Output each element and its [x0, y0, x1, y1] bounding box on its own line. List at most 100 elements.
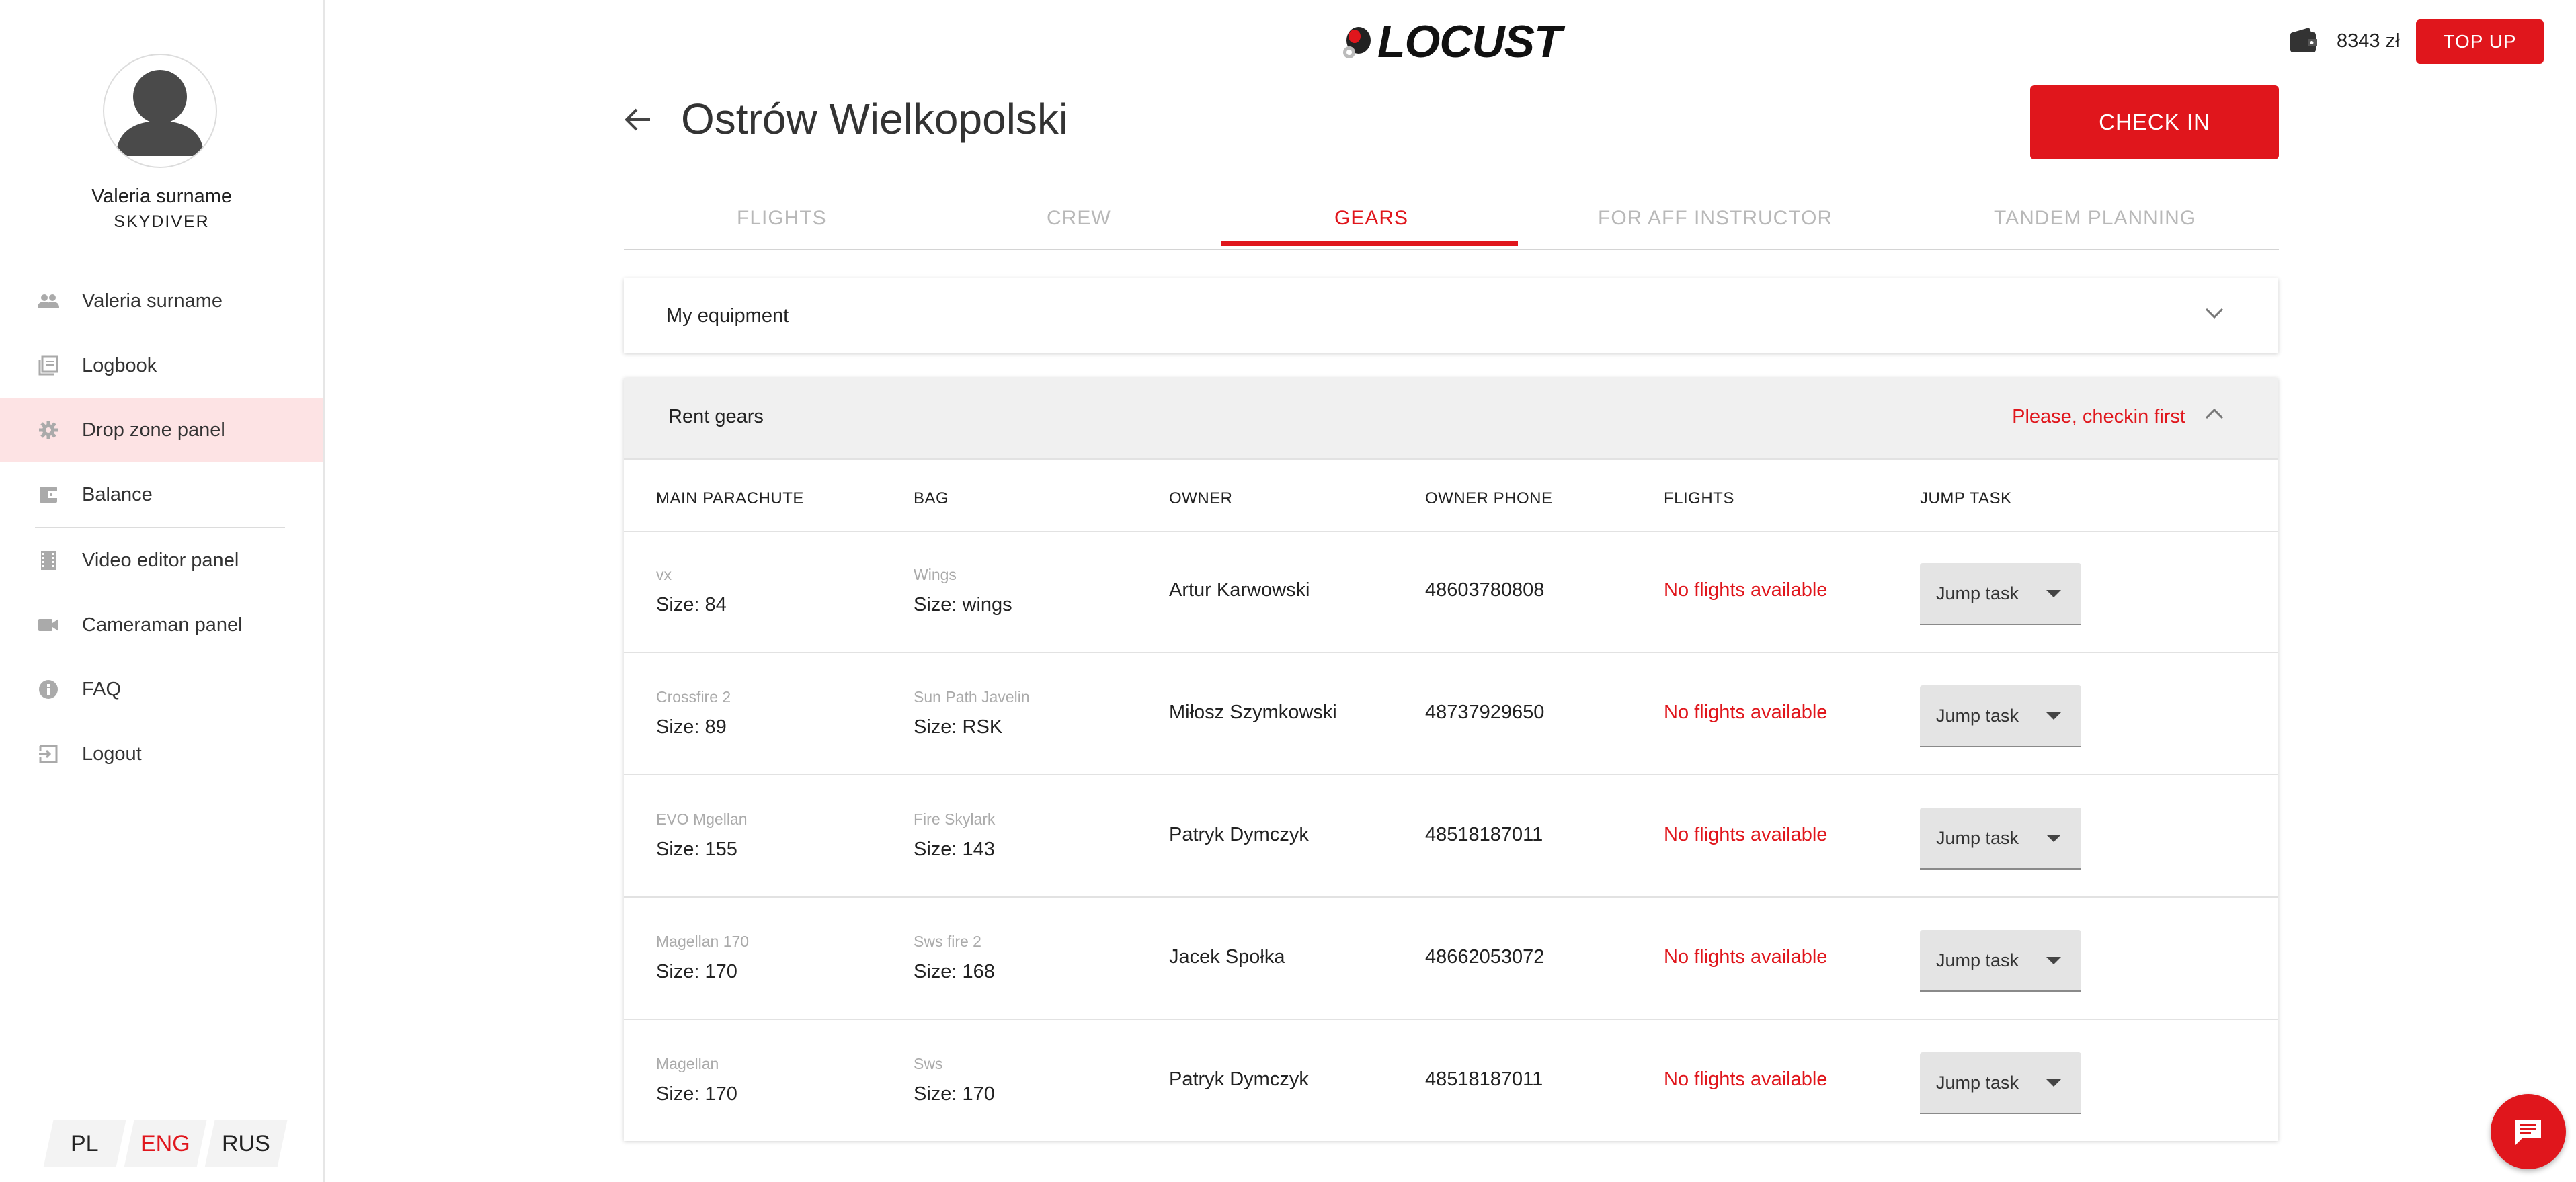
jump-task-select[interactable]: Jump task: [1920, 1052, 2081, 1114]
owner-phone: 48518187011: [1425, 824, 1543, 845]
bag-name: Fire Skylark: [914, 810, 996, 828]
sidebar-item-video-editor-panel[interactable]: Video editor panel: [0, 528, 323, 593]
language-eng[interactable]: ENG: [124, 1120, 207, 1167]
bag-name: Sun Path Javelin: [914, 688, 1030, 706]
column-header: BAG: [914, 489, 949, 507]
video-camera-icon: [37, 614, 60, 636]
table-header: MAIN PARACHUTE BAG OWNER OWNER PHONE FLI…: [624, 458, 2278, 532]
jump-task-value: Jump task: [1936, 950, 2019, 970]
dropdown-arrow-icon: [2046, 590, 2061, 597]
dropdown-arrow-icon: [2046, 957, 2061, 964]
column-header: OWNER PHONE: [1425, 489, 1553, 507]
main-parachute-name: Crossfire 2: [656, 688, 731, 706]
locust-logo-icon: [1343, 27, 1371, 58]
table-row: vx Size: 84 Wings Size: wings Artur Karw…: [624, 531, 2278, 653]
top-up-button[interactable]: TOP UP: [2416, 19, 2544, 64]
tab-gears[interactable]: GEARS: [1334, 207, 1408, 230]
avatar[interactable]: [103, 54, 217, 168]
column-header: JUMP TASK: [1920, 489, 2012, 507]
my-equipment-panel[interactable]: My equipment: [624, 278, 2278, 353]
table-row: Crossfire 2 Size: 89 Sun Path Javelin Si…: [624, 653, 2278, 775]
sidebar-item-logout[interactable]: Logout: [0, 722, 323, 786]
sidebar-nav: Valeria surname Logbook Drop zone panel …: [0, 269, 323, 786]
bag-name: Sws: [914, 1055, 943, 1072]
sidebar-item-logbook[interactable]: Logbook: [0, 333, 323, 398]
main-parachute-name: vx: [656, 566, 672, 583]
brand-logo[interactable]: LOCUST: [1341, 15, 1562, 69]
owner-phone: 48737929650: [1425, 702, 1545, 723]
wallet-icon: [2289, 27, 2319, 57]
owner-name: Miłosz Szymkowski: [1169, 702, 1337, 723]
sidebar-item-drop-zone-panel[interactable]: Drop zone panel: [0, 398, 323, 462]
main-parachute-size: Size: 84: [656, 594, 727, 616]
bag-name: Sws fire 2: [914, 933, 981, 950]
bag-size: Size: 170: [914, 1083, 995, 1105]
jump-task-value: Jump task: [1936, 706, 2019, 726]
active-tab-indicator: [1221, 241, 1518, 246]
language-pl[interactable]: PL: [43, 1120, 126, 1167]
language-switcher: PL ENG RUS: [43, 1120, 288, 1167]
tab-flights[interactable]: FLIGHTS: [737, 207, 827, 230]
table-row: Magellan Size: 170 Sws Size: 170 Patryk …: [624, 1020, 2278, 1141]
logout-icon: [37, 743, 60, 765]
chat-icon: [2515, 1120, 2541, 1145]
sidebar-item-label: FAQ: [82, 678, 122, 700]
language-rus[interactable]: RUS: [204, 1120, 288, 1167]
jump-task-select[interactable]: Jump task: [1920, 930, 2081, 992]
jump-task-value: Jump task: [1936, 828, 2019, 848]
tab-tandem-planning[interactable]: TANDEM PLANNING: [1994, 207, 2196, 230]
jump-task-select[interactable]: Jump task: [1920, 563, 2081, 625]
owner-name: Patryk Dymczyk: [1169, 1068, 1309, 1090]
user-role: SKYDIVER: [114, 212, 210, 231]
chevron-up-icon[interactable]: [2204, 407, 2224, 424]
checkin-warning: Please, checkin first: [2012, 406, 2185, 427]
check-in-button[interactable]: CHECK IN: [2030, 85, 2279, 159]
main-parachute-size: Size: 89: [656, 716, 727, 738]
wallet-icon: [37, 483, 60, 506]
film-icon: [37, 549, 60, 572]
back-arrow-icon[interactable]: [623, 106, 651, 136]
flights-status: No flights available: [1664, 1068, 1828, 1090]
gear-icon: [37, 419, 60, 441]
flights-status: No flights available: [1664, 579, 1828, 601]
bag-size: Size: wings: [914, 594, 1012, 616]
jump-task-value: Jump task: [1936, 583, 2019, 603]
sidebar-item-cameraman-panel[interactable]: Cameraman panel: [0, 593, 323, 657]
balance-amount: 8343 zł: [2337, 30, 2400, 52]
owner-phone: 48662053072: [1425, 946, 1545, 968]
sidebar-item-label: Drop zone panel: [82, 419, 225, 441]
column-header: FLIGHTS: [1664, 489, 1734, 507]
owner-name: Jacek Społka: [1169, 946, 1285, 968]
main-parachute-name: EVO Mgellan: [656, 810, 748, 828]
sidebar-item-balance[interactable]: Balance: [0, 462, 323, 527]
jump-task-select[interactable]: Jump task: [1920, 808, 2081, 870]
table-row: EVO Mgellan Size: 155 Fire Skylark Size:…: [624, 775, 2278, 898]
sidebar-item-label: Logout: [82, 743, 142, 765]
sidebar-item-faq[interactable]: FAQ: [0, 657, 323, 722]
chat-button[interactable]: [2491, 1094, 2566, 1169]
table-row: Magellan 170 Size: 170 Sws fire 2 Size: …: [624, 898, 2278, 1020]
info-icon: [37, 678, 60, 701]
brand-name: LOCUST: [1377, 16, 1562, 67]
jump-task-value: Jump task: [1936, 1072, 2019, 1093]
flights-status: No flights available: [1664, 702, 1828, 723]
dropdown-arrow-icon: [2046, 712, 2061, 720]
sidebar-item-profile[interactable]: Valeria surname: [0, 269, 323, 333]
main-parachute-size: Size: 170: [656, 961, 737, 982]
owner-name: Artur Karwowski: [1169, 579, 1310, 601]
bag-size: Size: 143: [914, 839, 995, 860]
rent-gears-header[interactable]: Rent gears Please, checkin first: [624, 378, 2278, 460]
owner-name: Patryk Dymczyk: [1169, 824, 1309, 845]
owner-phone: 48518187011: [1425, 1068, 1543, 1090]
flights-status: No flights available: [1664, 946, 1828, 968]
jump-task-select[interactable]: Jump task: [1920, 685, 2081, 747]
tab-crew[interactable]: CREW: [1047, 207, 1111, 230]
bag-name: Wings: [914, 566, 957, 583]
people-icon: [37, 290, 60, 312]
chevron-down-icon[interactable]: [2204, 306, 2224, 323]
main-parachute-name: Magellan 170: [656, 933, 750, 950]
bag-size: Size: RSK: [914, 716, 1003, 738]
tab-for-aff-instructor[interactable]: FOR AFF INSTRUCTOR: [1598, 207, 1833, 230]
sidebar-item-label: Valeria surname: [82, 290, 223, 312]
dropdown-arrow-icon: [2046, 835, 2061, 842]
